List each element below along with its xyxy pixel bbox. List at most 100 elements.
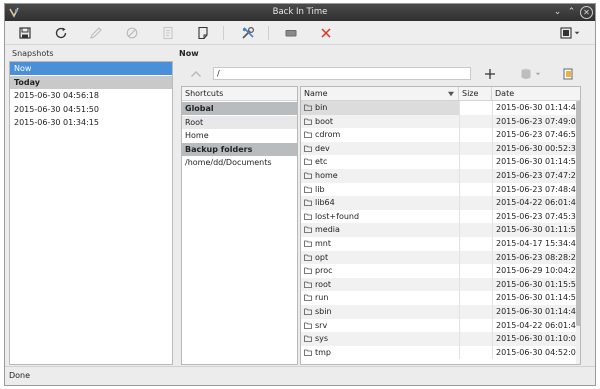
chevron-down-icon[interactable] — [572, 24, 582, 42]
files-pane: Now Shortcuts GlobalRootHomeBackup folde… — [177, 47, 589, 365]
file-date: 2015-06-23 08:28:27 — [492, 250, 576, 265]
file-name-text: proc — [315, 266, 333, 276]
file-name-text: srv — [315, 320, 328, 330]
file-row[interactable]: media 2015-06-30 01:11:50 — [301, 223, 576, 237]
file-row[interactable]: lib 2015-06-23 07:48:49 — [301, 182, 576, 197]
file-size — [459, 114, 492, 129]
file-list-scrollbar[interactable] — [576, 101, 580, 364]
column-name[interactable]: Name — [301, 87, 459, 101]
view-last-log-icon[interactable] — [194, 24, 212, 42]
file-name: dev — [301, 142, 459, 156]
shortcut-group: Global — [182, 102, 297, 115]
file-date: 2015-06-30 01:14:48 — [492, 101, 576, 115]
file-row[interactable]: lib64 2015-04-22 06:01:49 — [301, 196, 576, 210]
folder-icon — [304, 172, 312, 179]
window-menu-icon[interactable]: ⌄ — [551, 6, 564, 19]
folder-icon — [304, 294, 312, 302]
settings-icon[interactable] — [239, 24, 257, 42]
shortcut-group: Backup folders — [182, 142, 297, 156]
snapshots-pane: Snapshots Now Today 2015-06-30 04:56:18 201… — [9, 47, 173, 365]
scrollbar-thumb[interactable] — [576, 101, 580, 326]
edit-snapshot-name-icon[interactable] — [87, 24, 105, 42]
snapshot-item[interactable]: Now — [10, 62, 172, 75]
exit-icon[interactable] — [317, 24, 335, 42]
file-row[interactable]: tmp 2015-06-30 04:52:05 — [301, 345, 576, 360]
snapshot-item[interactable]: 2015-06-30 04:51:50 — [10, 103, 172, 116]
file-size — [459, 277, 492, 292]
take-snapshot-icon[interactable] — [16, 24, 34, 42]
file-name-text: bin — [315, 103, 328, 112]
file-row[interactable]: proc 2015-06-29 10:04:29 — [301, 264, 576, 278]
file-row[interactable]: cdrom 2015-06-23 07:46:53 — [301, 128, 576, 142]
folder-icon — [304, 199, 312, 207]
file-date: 2015-06-30 01:11:50 — [492, 223, 576, 237]
folder-icon — [304, 158, 312, 166]
file-name-text: opt — [315, 252, 329, 262]
file-date: 2015-04-22 06:01:49 — [492, 196, 576, 210]
file-row[interactable]: lost+found 2015-06-23 07:45:31 — [301, 209, 576, 224]
refresh-icon[interactable] — [52, 24, 70, 42]
file-name: lib64 — [301, 196, 459, 210]
file-name: root — [301, 278, 459, 292]
file-size — [459, 332, 492, 346]
file-row[interactable]: root 2015-06-30 01:15:53 — [301, 277, 576, 292]
view-log-icon[interactable] — [159, 24, 177, 42]
file-name-text: run — [315, 293, 329, 303]
file-row[interactable]: mnt 2015-04-17 15:34:41 — [301, 237, 576, 251]
file-date: 2015-06-23 07:47:25 — [492, 169, 576, 183]
add-to-include-icon[interactable] — [481, 65, 499, 83]
folder-icon — [304, 118, 312, 125]
remove-snapshot-icon[interactable] — [123, 24, 141, 42]
file-name-text: tmp — [315, 347, 332, 357]
file-list: Name Size Date bin 2015-06-30 01:14:48 boo… — [300, 86, 581, 365]
file-date: 2015-06-23 07:46:53 — [492, 128, 576, 142]
file-row[interactable]: dev 2015-06-30 00:52:39 — [301, 141, 576, 156]
file-date: 2015-06-30 01:15:53 — [492, 277, 576, 292]
file-name: cdrom — [301, 128, 459, 142]
file-row[interactable]: sys 2015-06-30 01:10:05 — [301, 332, 576, 346]
path-input[interactable] — [213, 67, 471, 80]
folder-up-icon[interactable] — [187, 65, 205, 83]
file-size — [459, 155, 492, 169]
file-date: 2015-06-30 04:52:05 — [492, 345, 576, 360]
snapshot-item[interactable]: 2015-06-30 04:56:18 — [10, 89, 172, 102]
file-name: run — [301, 291, 459, 305]
snapshot-item[interactable]: 2015-06-30 01:34:15 — [10, 116, 172, 129]
path-bar — [177, 63, 589, 85]
window-title: Back In Time — [272, 7, 328, 17]
file-list-header: Name Size Date — [301, 87, 580, 101]
file-row[interactable]: sbin 2015-06-30 01:14:48 — [301, 305, 576, 319]
file-date: 2015-06-30 01:10:05 — [492, 332, 576, 346]
file-size — [459, 128, 492, 142]
file-name-text: etc — [315, 157, 328, 167]
file-name: opt — [301, 251, 459, 265]
file-row[interactable]: opt 2015-06-23 08:28:27 — [301, 250, 576, 265]
file-row[interactable]: etc 2015-06-30 01:14:52 — [301, 155, 576, 169]
file-row[interactable]: srv 2015-04-22 06:01:44 — [301, 318, 576, 333]
file-date: 2015-06-23 07:45:31 — [492, 209, 576, 224]
shutdown-icon[interactable] — [282, 24, 300, 42]
file-row[interactable]: bin 2015-06-30 01:14:48 — [301, 101, 576, 115]
folder-icon — [304, 226, 312, 234]
title-bar: Back In Time ⌄ ⌃ ✕ — [5, 4, 595, 21]
file-size — [459, 305, 492, 319]
file-row[interactable]: run 2015-06-30 01:14:52 — [301, 291, 576, 305]
shortcut-item[interactable]: /home/dd/Documents — [182, 156, 297, 169]
file-name: boot — [301, 115, 459, 129]
file-row[interactable]: home 2015-06-23 07:47:25 — [301, 169, 576, 183]
file-date: 2015-06-30 01:14:48 — [492, 305, 576, 319]
file-row[interactable]: boot 2015-06-23 07:49:00 — [301, 114, 576, 129]
close-window-icon[interactable]: ✕ — [580, 6, 593, 19]
snapshots-list-icon[interactable] — [559, 65, 577, 83]
file-size — [459, 209, 492, 224]
shortcut-item[interactable]: Root — [182, 115, 297, 129]
maximize-icon[interactable]: ⌃ — [565, 6, 578, 19]
file-date: 2015-06-23 07:49:00 — [492, 114, 576, 129]
column-date[interactable]: Date — [492, 87, 580, 101]
restore-menu-chevron-icon[interactable] — [533, 65, 543, 83]
folder-icon — [304, 322, 312, 329]
shortcut-item[interactable]: Home — [182, 129, 297, 142]
file-name-text: media — [315, 225, 340, 235]
file-name-text: root — [315, 279, 332, 289]
column-size[interactable]: Size — [459, 87, 492, 101]
